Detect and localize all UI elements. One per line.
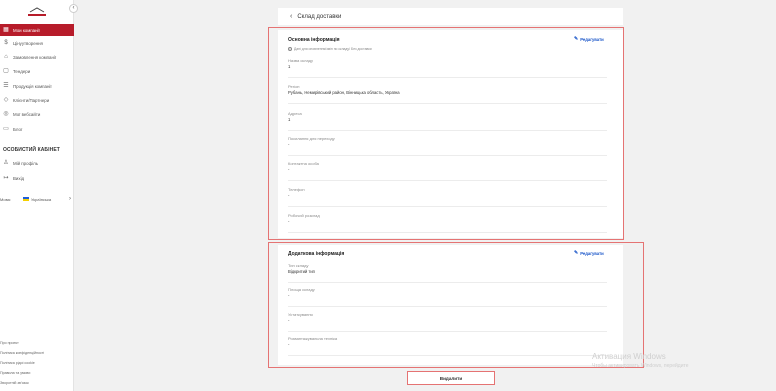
personal-cabinet-heading: ОСОБИСТИЙ КАБІНЕТ bbox=[3, 147, 60, 153]
field-area: Площа складу - bbox=[288, 287, 607, 307]
card-title: Додаткова інформація bbox=[288, 251, 345, 257]
list-icon: ☰ bbox=[3, 83, 9, 89]
company-logo[interactable] bbox=[24, 6, 50, 20]
handshake-icon: ◇ bbox=[3, 97, 9, 103]
field-warehouse-type: Тип складу Відкритий тип bbox=[288, 263, 607, 283]
sidebar-item-label: Тендери bbox=[13, 68, 31, 74]
sidebar-item-label: Вихід bbox=[13, 175, 25, 181]
footer-link-about[interactable]: Про проект bbox=[0, 341, 19, 345]
windows-activation-watermark: Активация Windows Чтобы активировать Win… bbox=[592, 352, 689, 369]
sidebar-item-products[interactable]: ☰ Продукція компанії bbox=[0, 80, 74, 92]
tender-icon: ▢ bbox=[3, 68, 9, 74]
sidebar-item-websites[interactable]: ◎ Мої вебсайти bbox=[0, 108, 74, 120]
info-hint: i Дані для оновлення/змін по складу/ Без… bbox=[288, 47, 372, 51]
sidebar-item-label: Замовлення компанії bbox=[13, 54, 57, 60]
building-icon: ▦ bbox=[3, 27, 9, 33]
pencil-icon: ✎ bbox=[574, 36, 579, 42]
main-info-card: Основна інформація ✎ Редагувати i Дані д… bbox=[278, 30, 623, 238]
language-value: Українська bbox=[31, 196, 52, 202]
dollar-icon: $ bbox=[4, 40, 8, 46]
field-equipment: Устаткування - bbox=[288, 312, 607, 332]
sidebar-item-orders[interactable]: ⌂ Замовлення компанії bbox=[0, 51, 74, 63]
field-link: Посилання для переходу - bbox=[288, 136, 607, 156]
card-title: Основна інформація bbox=[288, 37, 340, 43]
page-title: Склад доставки bbox=[297, 13, 342, 20]
field-schedule: Робочий розклад - bbox=[288, 213, 607, 233]
collapse-sidebar-button[interactable]: ‹ bbox=[69, 4, 78, 13]
pencil-icon: ✎ bbox=[574, 250, 579, 256]
sidebar: ‹ ▦ Мои компанії $ Цінуутворення ⌂ Замов… bbox=[0, 0, 78, 391]
sidebar-item-profile[interactable]: ♙ Мій профіль bbox=[0, 157, 74, 169]
field-address: Адреса 1 bbox=[288, 111, 607, 131]
back-button[interactable]: ‹ bbox=[290, 13, 292, 20]
sidebar-item-label: Продукція компанії bbox=[13, 83, 52, 89]
sidebar-item-label: Клієнти/Партнери bbox=[13, 97, 50, 103]
field-phone: Телефон - bbox=[288, 187, 607, 207]
cart-icon: ⌂ bbox=[4, 54, 8, 60]
field-contact-person: Контактна особа - bbox=[288, 161, 607, 181]
delete-button[interactable]: Видалити bbox=[407, 371, 495, 385]
sidebar-item-blog[interactable]: ▭ Блог bbox=[0, 123, 74, 135]
footer-link-privacy[interactable]: Політика конфіденційності bbox=[0, 351, 44, 355]
sidebar-item-label: Блог bbox=[13, 126, 23, 132]
field-region: Регіон Рубань, Немирівський район, Вінни… bbox=[288, 84, 607, 104]
footer-link-cookie[interactable]: Політика рідоі cookie bbox=[0, 361, 35, 365]
sidebar-item-label: Мої вебсайти bbox=[13, 111, 41, 117]
logout-icon: ↦ bbox=[3, 175, 9, 181]
sidebar-item-tenders[interactable]: ▢ Тендери bbox=[0, 65, 74, 77]
language-label: Мова: bbox=[0, 196, 12, 202]
user-icon: ♙ bbox=[3, 160, 9, 166]
sidebar-item-label: Цінуутворення bbox=[13, 40, 43, 46]
sidebar-item-clients[interactable]: ◇ Клієнти/Партнери bbox=[0, 94, 74, 106]
chevron-right-icon: › bbox=[69, 196, 71, 202]
page-header: ‹ Склад доставки bbox=[278, 8, 623, 25]
footer-link-terms[interactable]: Правила та умови bbox=[0, 371, 30, 375]
sidebar-item-label: Мій профіль bbox=[13, 160, 39, 166]
sidebar-item-logout[interactable]: ↦ Вихід bbox=[0, 172, 74, 184]
blog-icon: ▭ bbox=[3, 126, 9, 132]
ukraine-flag-icon bbox=[23, 197, 30, 201]
edit-extra-info-button[interactable]: ✎ Редагувати bbox=[574, 250, 604, 256]
sidebar-item-pricing[interactable]: $ Цінуутворення bbox=[0, 37, 74, 49]
globe-icon: ◎ bbox=[3, 111, 9, 117]
extra-info-card: Додаткова інформація ✎ Редагувати Тип ск… bbox=[278, 245, 623, 365]
sidebar-item-my-companies[interactable]: ▦ Мои компанії bbox=[0, 24, 74, 36]
edit-main-info-button[interactable]: ✎ Редагувати bbox=[574, 36, 604, 42]
field-warehouse-name: Назва складу 1 bbox=[288, 58, 607, 78]
sidebar-item-label: Мои компанії bbox=[13, 27, 40, 33]
language-selector[interactable]: Мова: Українська › bbox=[0, 195, 74, 203]
field-unloading-equipment: Розвантажувальна техніка - bbox=[288, 336, 607, 356]
footer-link-feedback[interactable]: Зворотній зв'язок bbox=[0, 381, 29, 385]
info-icon: i bbox=[288, 47, 292, 51]
